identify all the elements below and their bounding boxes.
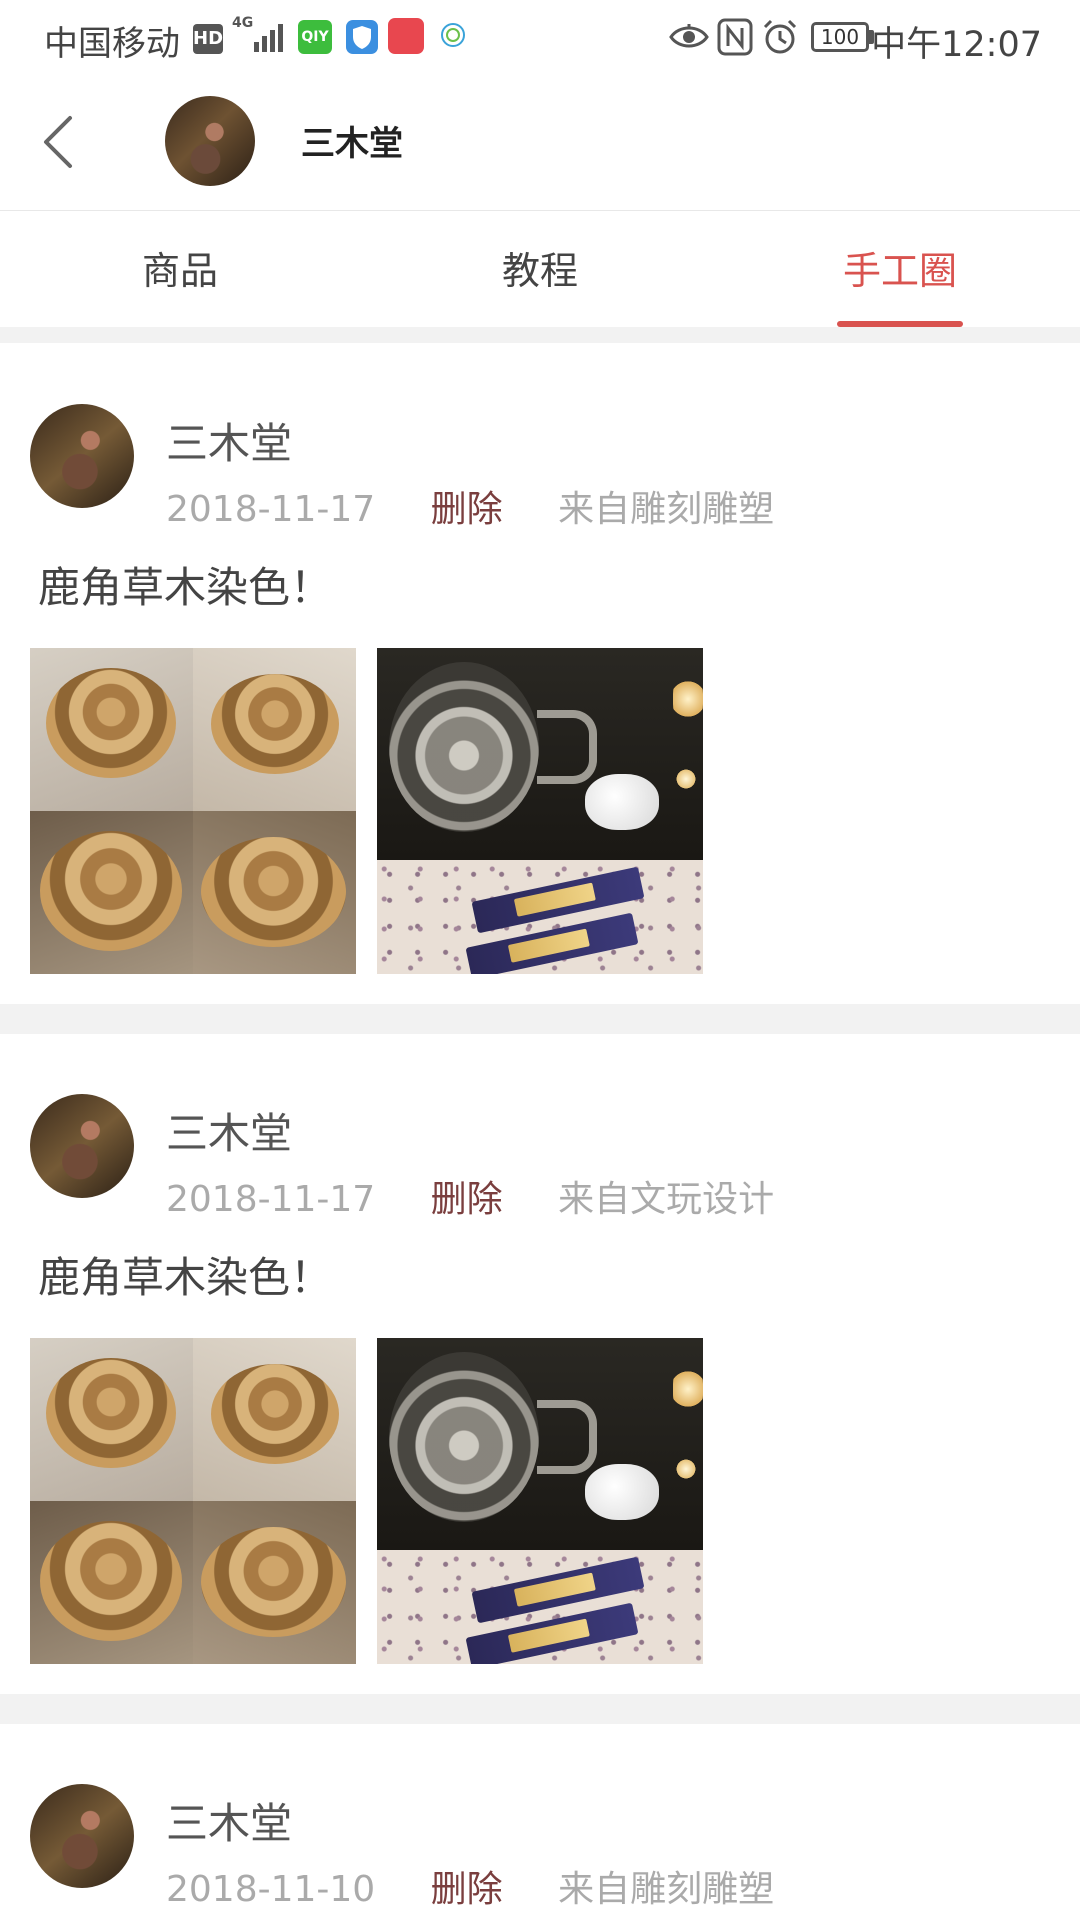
author-avatar[interactable] — [30, 404, 134, 508]
delete-button[interactable]: 删除 — [431, 1860, 503, 1912]
section-divider — [0, 327, 1080, 343]
post-divider — [0, 1004, 1080, 1034]
post-source[interactable]: 来自雕刻雕塑 — [558, 480, 774, 532]
post-text: 鹿角草木染色！ — [38, 1253, 333, 1302]
author-name[interactable]: 三木堂 — [166, 1100, 292, 1161]
post-image-glass-cup[interactable] — [377, 1338, 703, 1664]
iqiyi-app-icon: QIY — [298, 20, 332, 54]
china-mobile-icon — [441, 23, 465, 47]
post-date: 2018-11-10 — [166, 1869, 376, 1910]
tab-handcraft-circle[interactable]: 手工圈 — [720, 211, 1080, 327]
app-header: 三木堂 — [0, 76, 1080, 211]
post-meta: 2018-11-10 删除 来自雕刻雕塑 — [166, 1860, 774, 1912]
alarm-icon — [763, 19, 797, 54]
post-text: 鹿角草木染色！ — [38, 563, 333, 612]
tab-bar: 商品 教程 手工圈 — [0, 211, 1080, 327]
tab-tutorials[interactable]: 教程 — [360, 211, 720, 327]
post-divider — [0, 1694, 1080, 1724]
delete-button[interactable]: 删除 — [431, 480, 503, 532]
author-name[interactable]: 三木堂 — [166, 410, 292, 471]
post-source[interactable]: 来自雕刻雕塑 — [558, 1860, 774, 1912]
feed-post: 三木堂 2018-11-17 删除 来自雕刻雕塑 鹿角草木染色！ — [0, 404, 1080, 1004]
eye-comfort-icon — [669, 24, 709, 48]
battery-icon: 100 — [811, 22, 869, 52]
post-date: 2018-11-17 — [166, 489, 376, 530]
shield-app-icon — [346, 20, 378, 54]
author-avatar[interactable] — [30, 1784, 134, 1888]
post-meta: 2018-11-17 删除 来自文玩设计 — [166, 1170, 774, 1222]
post-meta: 2018-11-17 删除 来自雕刻雕塑 — [166, 480, 774, 532]
red-app-icon — [388, 18, 424, 54]
author-avatar[interactable] — [30, 1094, 134, 1198]
post-image-tortoise-collage[interactable] — [30, 648, 356, 974]
nfc-icon — [717, 18, 753, 56]
shop-title: 三木堂 — [301, 124, 403, 164]
feed-post: 三木堂 2018-11-17 删除 来自文玩设计 鹿角草木染色！ — [0, 1094, 1080, 1694]
status-bar: 中国移动 HD 4G QIY 100 中午12:07 — [0, 0, 1080, 76]
post-image-glass-cup[interactable] — [377, 648, 703, 974]
delete-button[interactable]: 删除 — [431, 1170, 503, 1222]
post-date: 2018-11-17 — [166, 1179, 376, 1220]
shop-avatar[interactable] — [165, 96, 255, 186]
network-type-icon: 4G — [232, 15, 254, 31]
tab-products[interactable]: 商品 — [0, 211, 360, 327]
signal-icon — [254, 24, 283, 52]
carrier-label: 中国移动 — [44, 24, 180, 64]
clock: 中午12:07 — [871, 25, 1042, 65]
post-image-tortoise-collage[interactable] — [30, 1338, 356, 1664]
post-source[interactable]: 来自文玩设计 — [558, 1170, 774, 1222]
hd-icon: HD — [193, 24, 223, 54]
author-name[interactable]: 三木堂 — [166, 1790, 292, 1851]
back-arrow-icon[interactable] — [30, 106, 90, 176]
feed-post: 三木堂 2018-11-10 删除 来自雕刻雕塑 — [0, 1784, 1080, 1920]
